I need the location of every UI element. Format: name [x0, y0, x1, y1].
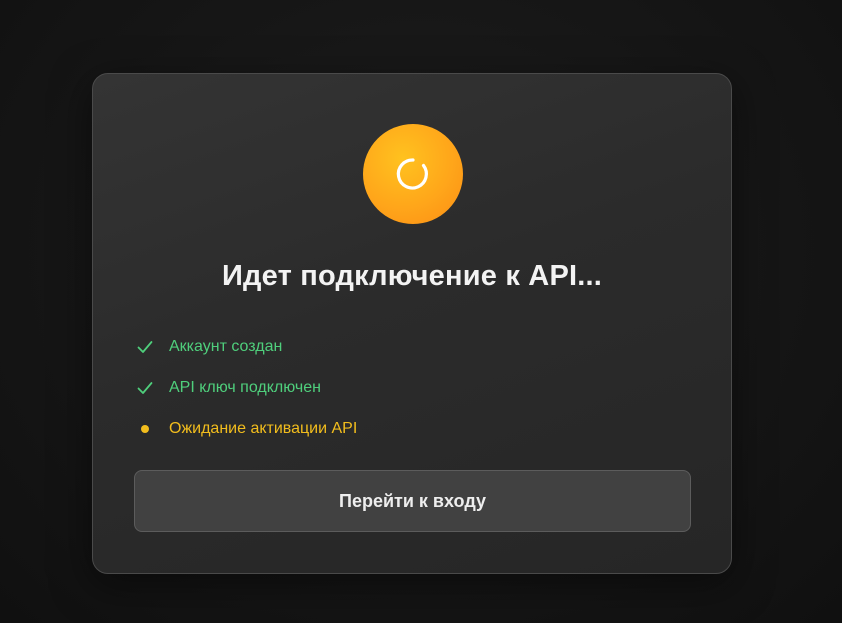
checkmark-icon: [135, 337, 155, 357]
go-to-login-button[interactable]: Перейти к входу: [134, 470, 691, 532]
step-label: Аккаунт создан: [169, 337, 283, 355]
step-awaiting-activation: Ожидание активации API: [135, 408, 675, 449]
checkmark-icon: [135, 378, 155, 398]
dot-icon: [135, 419, 155, 439]
status-indicator: [363, 124, 463, 224]
dialog-title: Идет подключение к API...: [221, 260, 603, 292]
spinner-icon: [396, 158, 428, 190]
step-label: Ожидание активации API: [169, 419, 358, 437]
progress-steps: Аккаунт создан API ключ подключен Ожидан…: [135, 326, 675, 449]
step-label: API ключ подключен: [169, 378, 321, 396]
step-api-key-connected: API ключ подключен: [135, 367, 675, 408]
connection-dialog: Идет подключение к API... Аккаунт создан…: [92, 73, 732, 574]
step-account-created: Аккаунт создан: [135, 326, 675, 367]
